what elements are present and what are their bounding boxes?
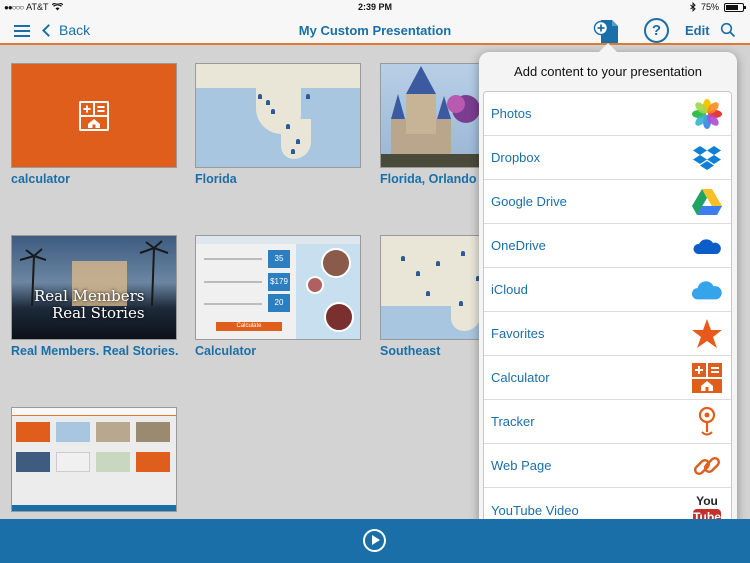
menu-item-label: Favorites — [491, 326, 545, 341]
tracker-icon — [691, 406, 723, 438]
menu-item-favorites[interactable]: Favorites — [484, 312, 731, 356]
dropbox-icon — [691, 142, 723, 174]
search-button[interactable] — [720, 22, 736, 38]
tile-label: Florida — [195, 172, 237, 186]
menu-item-photos[interactable]: Photos — [484, 92, 731, 136]
tile-label: Real Members. Real Stories. — [11, 344, 179, 358]
menu-item-label: Dropbox — [491, 150, 541, 165]
menu-item-label: Calculator — [491, 370, 550, 385]
photos-icon — [691, 98, 723, 130]
nav-bar: Back My Custom Presentation ? Edit — [0, 16, 750, 45]
calculator-icon — [79, 100, 109, 131]
edit-button[interactable]: Edit — [685, 23, 710, 38]
bluetooth-icon — [690, 2, 696, 12]
link-icon — [691, 450, 723, 482]
menu-item-google-drive[interactable]: Google Drive — [484, 180, 731, 224]
status-bar: ●●○○○ AT&T 2:39 PM 75% — [0, 0, 750, 16]
menu-item-onedrive[interactable]: OneDrive — [484, 224, 731, 268]
add-content-button[interactable] — [592, 18, 620, 44]
castle-image — [381, 66, 481, 167]
menu-item-label: Tracker — [491, 414, 535, 429]
help-button[interactable]: ? — [644, 18, 669, 43]
tile-presentation[interactable] — [11, 407, 177, 516]
play-button[interactable] — [363, 529, 386, 552]
menu-item-label: Photos — [491, 106, 532, 121]
calculator-icon — [691, 362, 723, 394]
add-document-icon — [593, 20, 618, 43]
tile-thumbnail — [11, 63, 177, 168]
real-members-thumbnail: Real Members Real Stories — [11, 235, 177, 340]
thumbnail-caption: Real Members Real Stories — [34, 287, 145, 322]
presentation-screenshot-thumbnail — [11, 407, 177, 512]
star-icon — [691, 318, 723, 350]
tile-calculator-app[interactable]: 35 $179 20 Calculate Calculator — [195, 235, 361, 358]
clock: 2:39 PM — [357, 2, 392, 12]
tile-real-members[interactable]: Real Members Real Stories Real Members. … — [11, 235, 179, 358]
menu-item-label: YouTube Video — [491, 502, 579, 518]
icloud-icon — [691, 274, 723, 306]
google-drive-icon — [691, 186, 723, 218]
map-thumbnail — [195, 63, 361, 168]
tile-label: calculator — [11, 172, 71, 186]
battery-icon — [724, 2, 746, 12]
menu-item-dropbox[interactable]: Dropbox — [484, 136, 731, 180]
tile-label: Calculator — [195, 344, 257, 358]
bottom-toolbar — [0, 519, 750, 563]
popover-title: Add content to your presentation — [514, 64, 702, 79]
menu-item-web-page[interactable]: Web Page — [484, 444, 731, 488]
menu-item-label: OneDrive — [491, 238, 546, 253]
onedrive-icon — [691, 230, 723, 262]
menu-item-icloud[interactable]: iCloud — [484, 268, 731, 312]
menu-item-label: Google Drive — [491, 194, 567, 209]
add-content-popover: Add content to your presentation Photos … — [479, 43, 737, 530]
menu-item-label: Web Page — [491, 458, 552, 473]
tile-calculator[interactable]: calculator — [11, 63, 177, 186]
menu-item-label: iCloud — [491, 282, 528, 297]
menu-item-tracker[interactable]: Tracker — [484, 400, 731, 444]
calculator-screenshot-thumbnail: 35 $179 20 Calculate — [195, 235, 361, 340]
content-source-list: Photos Dropbox Google Drive OneDrive iCl… — [483, 91, 732, 525]
page-title: My Custom Presentation — [298, 23, 452, 38]
battery-percent: 75% — [700, 2, 719, 12]
search-icon — [720, 22, 736, 38]
tile-florida[interactable]: Florida — [195, 63, 361, 186]
menu-item-calculator[interactable]: Calculator — [484, 356, 731, 400]
